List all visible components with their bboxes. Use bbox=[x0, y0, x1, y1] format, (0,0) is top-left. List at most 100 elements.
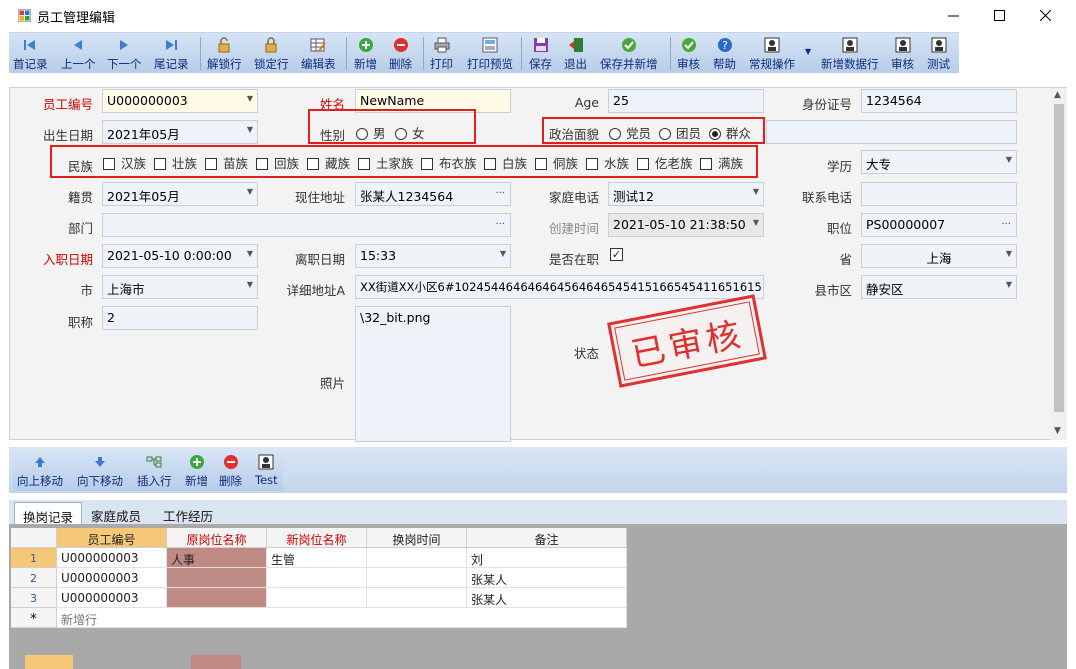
move-down-button[interactable]: 向下移动 bbox=[77, 451, 123, 492]
ellipsis-icon[interactable]: ... bbox=[495, 216, 505, 227]
chevron-down-icon[interactable]: ▼ bbox=[247, 94, 253, 103]
row-number[interactable]: 2 bbox=[11, 568, 57, 588]
add-data-row-button[interactable]: 新增数据行 bbox=[821, 33, 879, 74]
chevron-down-icon[interactable]: ▼ bbox=[500, 249, 506, 258]
nation-option-5[interactable]: 土家族 bbox=[358, 153, 414, 172]
table-cell[interactable] bbox=[367, 568, 467, 588]
table-cell[interactable] bbox=[167, 568, 267, 588]
approve-button-2[interactable]: 审核 bbox=[891, 33, 914, 74]
nation-option-7[interactable]: 白族 bbox=[484, 153, 527, 172]
row-number[interactable]: 1 bbox=[11, 548, 57, 568]
new-row[interactable]: 新增行 bbox=[57, 608, 627, 628]
chevron-down-icon[interactable]: ▼ bbox=[753, 218, 759, 227]
table-cell[interactable]: 生管 bbox=[267, 548, 367, 568]
exit-button[interactable]: 退出 bbox=[564, 33, 587, 74]
nation-option-1[interactable]: 壮族 bbox=[154, 153, 197, 172]
grid-header[interactable]: 备注 bbox=[467, 528, 627, 548]
scroll-down-icon[interactable]: ▼ bbox=[1054, 426, 1061, 436]
delete-button[interactable]: 删除 bbox=[389, 33, 412, 74]
nation-option-4[interactable]: 藏族 bbox=[307, 153, 350, 172]
table-cell[interactable] bbox=[367, 588, 467, 608]
scrollbar-thumb[interactable] bbox=[1054, 104, 1064, 412]
print-button[interactable]: 打印 bbox=[430, 33, 453, 74]
detail-test-button[interactable]: Test bbox=[255, 451, 278, 492]
nation-option-3[interactable]: 回族 bbox=[256, 153, 299, 172]
nation-option-10[interactable]: 仡老族 bbox=[637, 153, 693, 172]
row-number[interactable]: 3 bbox=[11, 588, 57, 608]
table-cell[interactable] bbox=[267, 588, 367, 608]
save-and-new-button[interactable]: 保存并新增 bbox=[600, 33, 658, 74]
table-cell[interactable]: 刘 bbox=[467, 548, 627, 568]
tab-work-history[interactable]: 工作经历 bbox=[155, 502, 221, 524]
education-field[interactable]: 大专 ▼ bbox=[861, 150, 1017, 174]
emp-no-field[interactable]: U000000003 ▼ bbox=[102, 89, 258, 113]
ellipsis-icon[interactable]: ... bbox=[1001, 216, 1011, 227]
chevron-down-icon[interactable]: ▼ bbox=[753, 187, 759, 196]
table-cell[interactable]: U000000003 bbox=[57, 548, 167, 568]
chevron-down-icon[interactable]: ▼ bbox=[1006, 155, 1012, 164]
home-phone-field[interactable]: 测试12 ▼ bbox=[608, 182, 764, 206]
address-field[interactable]: 张某人1234564... bbox=[355, 182, 511, 206]
dropdown-arrow-icon[interactable]: ▼ bbox=[805, 47, 811, 56]
active-checkbox[interactable]: ✓ bbox=[610, 248, 623, 261]
maximize-button[interactable] bbox=[976, 0, 1022, 31]
detail-address-field[interactable]: XX街道XX小区6#102454464646464564646545415166… bbox=[355, 275, 764, 299]
add-button[interactable]: 新增 bbox=[354, 33, 377, 74]
gender-female-radio[interactable]: 女 bbox=[395, 123, 425, 142]
detail-delete-button[interactable]: 删除 bbox=[219, 451, 242, 492]
table-cell[interactable]: 人事 bbox=[167, 548, 267, 568]
photo-path-field[interactable]: \32_bit.png bbox=[355, 306, 511, 442]
department-field[interactable]: ... bbox=[102, 213, 511, 237]
id-card-field[interactable]: 1234564 bbox=[861, 89, 1017, 113]
table-cell[interactable]: 张某人 bbox=[467, 588, 627, 608]
tab-job-change[interactable]: 换岗记录 bbox=[14, 502, 83, 525]
help-button[interactable]: ? 帮助 bbox=[713, 33, 736, 74]
print-preview-button[interactable]: 打印预览 bbox=[467, 33, 513, 74]
form-scrollbar[interactable]: ▲ ▼ bbox=[1051, 88, 1067, 440]
grid-header[interactable]: 原岗位名称 bbox=[167, 528, 267, 548]
first-record-button[interactable]: 首记录 bbox=[13, 33, 48, 74]
table-cell[interactable] bbox=[167, 588, 267, 608]
leave-date-field[interactable]: 15:33 ▼ bbox=[355, 244, 511, 268]
table-cell[interactable] bbox=[367, 548, 467, 568]
test-button[interactable]: 测试 bbox=[927, 33, 950, 74]
close-button[interactable] bbox=[1022, 0, 1068, 31]
tab-family[interactable]: 家庭成员 bbox=[83, 502, 149, 524]
created-time-field[interactable]: 2021-05-10 21:38:50 ▼ bbox=[608, 213, 764, 237]
chevron-down-icon[interactable]: ▼ bbox=[247, 125, 253, 134]
approve-button[interactable]: 审核 bbox=[677, 33, 700, 74]
unlock-row-button[interactable]: 解锁行 bbox=[207, 33, 242, 74]
move-up-button[interactable]: 向上移动 bbox=[17, 451, 63, 492]
age-field[interactable]: 25 bbox=[608, 89, 764, 113]
native-place-field[interactable]: 2021年05月 ▼ bbox=[102, 182, 258, 206]
birth-field[interactable]: 2021年05月 ▼ bbox=[102, 120, 258, 144]
lock-row-button[interactable]: 锁定行 bbox=[254, 33, 289, 74]
nation-option-11[interactable]: 满族 bbox=[700, 153, 743, 172]
detail-add-button[interactable]: 新增 bbox=[185, 451, 208, 492]
nation-option-8[interactable]: 侗族 bbox=[535, 153, 578, 172]
general-operations-button[interactable]: 常规操作 bbox=[749, 33, 795, 74]
county-field[interactable]: 静安区 ▼ bbox=[861, 275, 1017, 299]
grid-header[interactable]: 员工编号 bbox=[57, 528, 167, 548]
scroll-up-icon[interactable]: ▲ bbox=[1054, 90, 1061, 100]
nation-option-0[interactable]: 汉族 bbox=[103, 153, 146, 172]
nation-option-2[interactable]: 苗族 bbox=[205, 153, 248, 172]
ellipsis-icon[interactable]: ... bbox=[495, 185, 505, 196]
nation-option-6[interactable]: 布衣族 bbox=[421, 153, 477, 172]
position-field[interactable]: PS00000007... bbox=[861, 213, 1017, 237]
grid-header[interactable]: 换岗时间 bbox=[367, 528, 467, 548]
politics-league-radio[interactable]: 团员 bbox=[659, 123, 701, 142]
edit-table-button[interactable]: 编辑表 bbox=[301, 33, 336, 74]
table-cell[interactable]: U000000003 bbox=[57, 588, 167, 608]
minimize-button[interactable] bbox=[930, 0, 976, 31]
chevron-down-icon[interactable]: ▼ bbox=[1006, 280, 1012, 289]
politics-masses-radio[interactable]: 群众 bbox=[709, 123, 751, 142]
previous-button[interactable]: 上一个 bbox=[61, 33, 96, 74]
hire-date-field[interactable]: 2021-05-10 0:00:00 ▼ bbox=[102, 244, 258, 268]
chevron-down-icon[interactable]: ▼ bbox=[1006, 249, 1012, 258]
gender-male-radio[interactable]: 男 bbox=[356, 123, 386, 142]
table-cell[interactable]: U000000003 bbox=[57, 568, 167, 588]
job-title-field[interactable]: 2 bbox=[102, 306, 258, 330]
table-cell[interactable] bbox=[267, 568, 367, 588]
politics-party-radio[interactable]: 党员 bbox=[609, 123, 651, 142]
